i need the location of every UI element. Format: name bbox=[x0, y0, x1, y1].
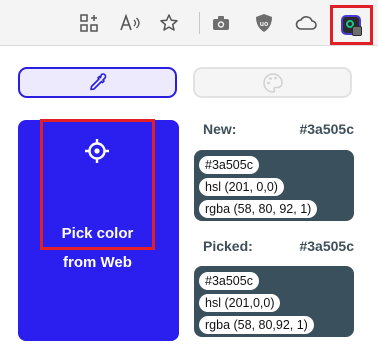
picked-color-title: Picked: bbox=[203, 238, 253, 254]
tab-palette[interactable] bbox=[193, 67, 352, 98]
picked-color-hex-chip[interactable]: #3a505c bbox=[199, 272, 259, 290]
new-color-rgba-chip[interactable]: rgba (58, 80, 92, 1) bbox=[199, 200, 318, 218]
pick-button-label-line1[interactable]: Pick color bbox=[40, 225, 155, 242]
crosshair-icon bbox=[85, 139, 109, 163]
new-color-hsl-chip[interactable]: hsl (201, 0,0) bbox=[199, 178, 284, 196]
picked-color-hsl-chip[interactable]: hsl (201,0,0) bbox=[199, 294, 281, 312]
new-color-hex-chip[interactable]: #3a505c bbox=[199, 156, 259, 174]
eyedropper-icon bbox=[89, 72, 106, 90]
read-aloud-icon[interactable] bbox=[116, 9, 144, 37]
pick-button-label-line2[interactable]: from Web bbox=[40, 254, 155, 271]
new-color-hex: #3a505c bbox=[299, 121, 354, 137]
color-picker-extension-icon[interactable] bbox=[341, 15, 362, 36]
toolbar-divider bbox=[199, 12, 200, 34]
ublock-shield-icon[interactable]: uo bbox=[250, 9, 278, 37]
picked-color-hex: #3a505c bbox=[299, 238, 354, 254]
app-grid-add-icon[interactable] bbox=[75, 9, 103, 37]
cloud-icon[interactable] bbox=[292, 9, 320, 37]
new-color-title: New: bbox=[203, 121, 237, 137]
palette-icon bbox=[262, 72, 283, 93]
tab-picker[interactable] bbox=[18, 67, 177, 98]
browser-toolbar: uo bbox=[0, 0, 378, 46]
picked-color-swatch: #3a505c hsl (201,0,0) rgba (58, 80,92, 1… bbox=[194, 266, 354, 337]
picked-color-rgba-chip[interactable]: rgba (58, 80,92, 1) bbox=[199, 316, 314, 334]
svg-text:uo: uo bbox=[260, 21, 269, 28]
new-color-swatch: #3a505c hsl (201, 0,0) rgba (58, 80, 92,… bbox=[194, 150, 354, 221]
camera-icon[interactable] bbox=[207, 9, 235, 37]
favorite-star-icon[interactable] bbox=[155, 9, 183, 37]
